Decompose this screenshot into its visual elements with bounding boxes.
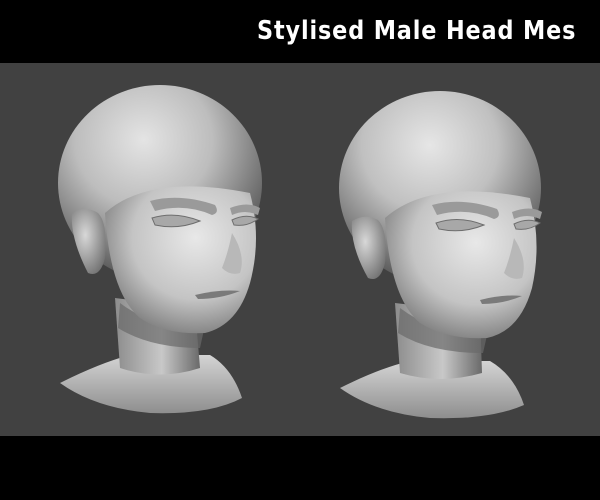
page-title: Stylised Male Head Mes (257, 16, 577, 46)
bottom-bar (0, 436, 600, 500)
render-canvas (58, 85, 542, 419)
render-viewport (0, 63, 600, 436)
head-model-front (58, 85, 262, 414)
title-banner: Stylised Male Head Mes (0, 0, 600, 63)
head-model-three-quarter (339, 91, 542, 419)
